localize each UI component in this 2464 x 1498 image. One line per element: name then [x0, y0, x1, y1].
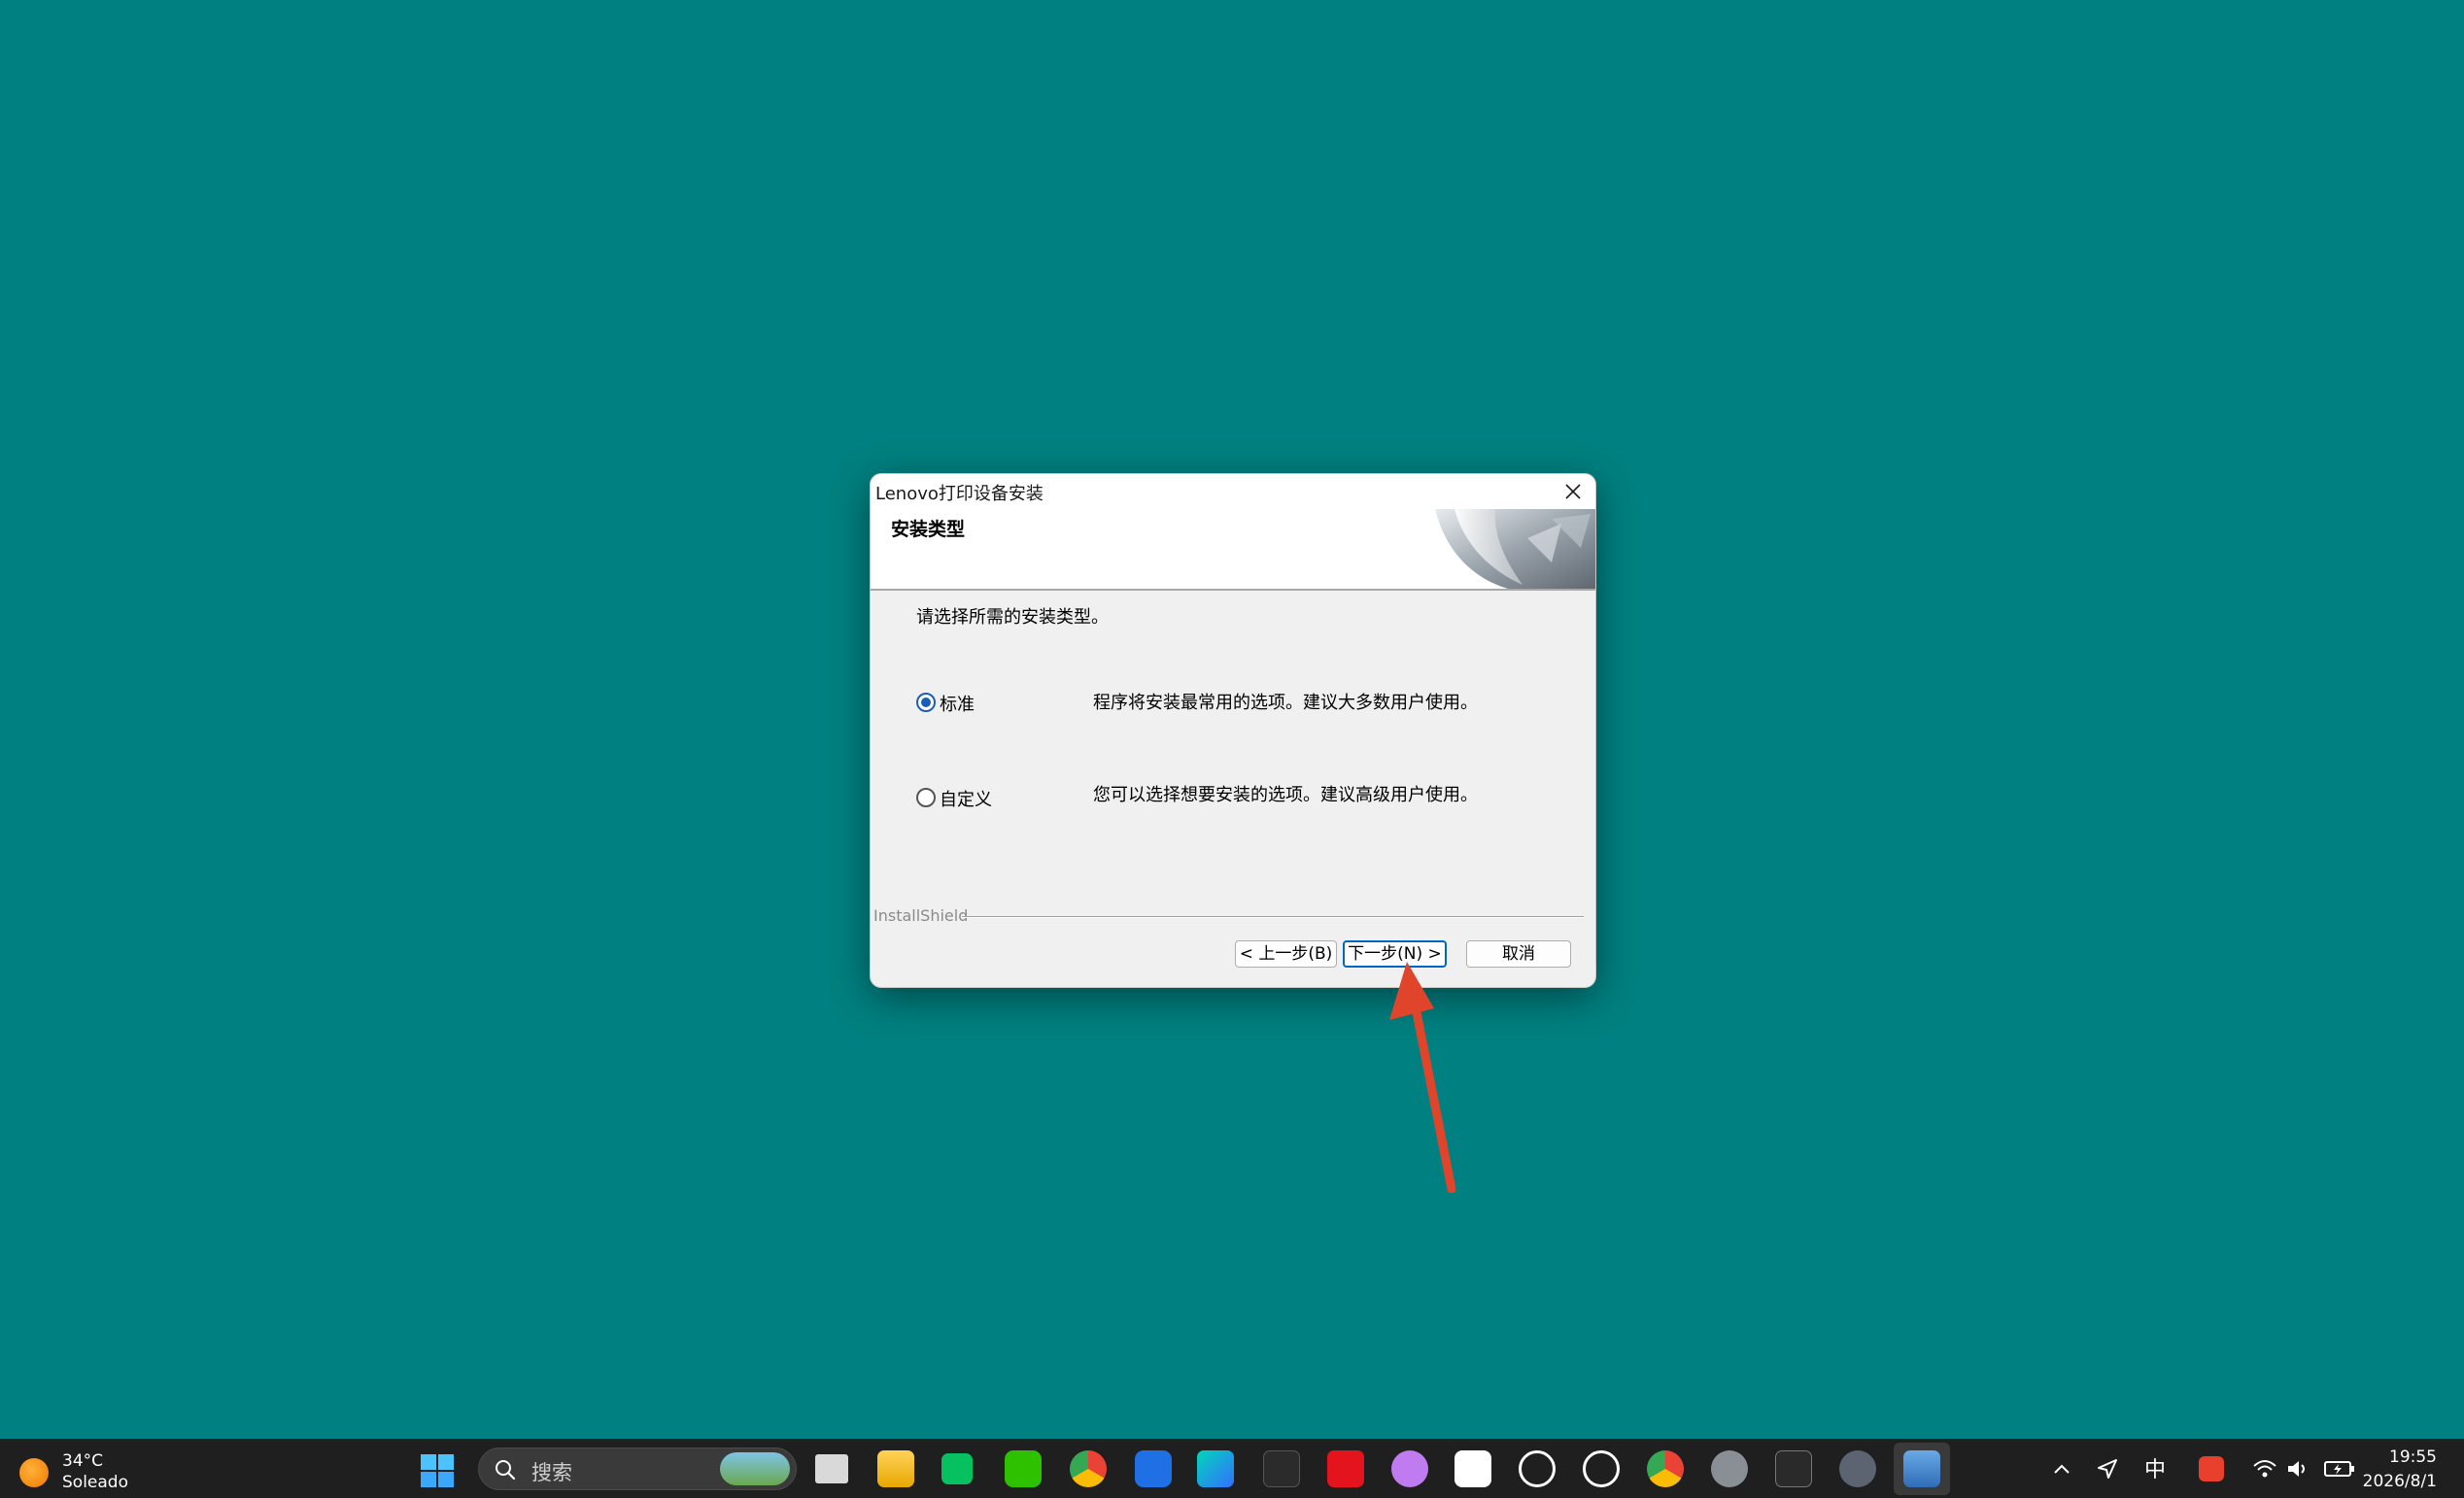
annotation-arrow — [1389, 962, 1456, 1193]
search-placeholder: 搜索 — [531, 1461, 572, 1484]
custom-description: 您可以选择想要安装的选项。建议高级用户使用。 — [1093, 785, 1478, 805]
taskbar-search-box[interactable]: 搜索 — [478, 1447, 797, 1490]
sogou-input-icon[interactable] — [2199, 1456, 2224, 1481]
custom-radio[interactable] — [916, 788, 936, 807]
chevron-up-icon[interactable] — [2052, 1460, 2071, 1480]
search-highlight-image — [720, 1452, 790, 1485]
install-type-prompt: 请选择所需的安装类型。 — [916, 607, 1109, 628]
installer-dialog: Lenovo打印设备安装 安装类型 请选择所需的安装类型。 标准 程序将安装最常… — [870, 473, 1596, 988]
volume-icon[interactable] — [2285, 1457, 2310, 1481]
windows-start-icon[interactable] — [420, 1453, 455, 1488]
wechat-icon[interactable] — [1005, 1450, 1042, 1487]
box-app-icon[interactable] — [1775, 1450, 1812, 1487]
installshield-brand: InstallShield — [873, 906, 969, 925]
lenovo-l-icon[interactable] — [1135, 1450, 1172, 1487]
chrome-beta-icon[interactable] — [1647, 1450, 1684, 1487]
green-app-icon[interactable] — [941, 1453, 973, 1484]
window-title: Lenovo打印设备安装 — [875, 484, 1044, 504]
location-arrow-icon[interactable] — [2096, 1457, 2119, 1481]
standard-label[interactable]: 标准 — [940, 691, 975, 716]
header-panel: 安装类型 — [871, 509, 1595, 591]
standard-description: 程序将安装最常用的选项。建议大多数用户使用。 — [1093, 693, 1478, 713]
separator-line — [962, 916, 1584, 918]
battery-charging-icon[interactable] — [2324, 1459, 2355, 1479]
page-curl-graphic — [1435, 509, 1595, 589]
ime-indicator[interactable]: 中 — [2144, 1452, 2166, 1483]
qq-icon[interactable] — [1454, 1450, 1491, 1487]
back-button[interactable]: < 上一步(B) — [1235, 940, 1337, 968]
clock-time[interactable]: 19:55 — [2389, 1447, 2437, 1467]
cancel-button[interactable]: 取消 — [1466, 940, 1571, 968]
file-explorer-icon[interactable] — [877, 1450, 914, 1487]
chatgpt-icon[interactable] — [1583, 1450, 1620, 1487]
custom-label[interactable]: 自定义 — [940, 786, 992, 811]
weather-sun-icon[interactable] — [19, 1458, 49, 1487]
printer-setup-icon[interactable] — [1903, 1450, 1940, 1487]
weather-condition[interactable]: Soleado — [62, 1473, 128, 1492]
chatgpt-icon[interactable] — [1519, 1450, 1556, 1487]
wifi-icon[interactable] — [2252, 1457, 2277, 1481]
weather-temperature[interactable]: 34°C — [62, 1451, 103, 1471]
clock-date[interactable]: 2026/8/1 — [2363, 1472, 2437, 1491]
search-icon — [496, 1460, 516, 1481]
title-bar[interactable]: Lenovo打印设备安装 — [871, 474, 1595, 509]
feishu-icon[interactable] — [1197, 1450, 1234, 1487]
task-view-icon[interactable] — [815, 1454, 848, 1483]
unity-icon[interactable] — [1263, 1450, 1300, 1487]
settings-icon[interactable] — [1711, 1450, 1748, 1487]
standard-radio[interactable] — [916, 693, 936, 712]
wps-icon[interactable] — [1327, 1450, 1364, 1487]
chrome-icon[interactable] — [1070, 1450, 1107, 1487]
step-title: 安装类型 — [891, 519, 966, 540]
close-button[interactable] — [1551, 474, 1595, 509]
close-icon — [1565, 484, 1581, 499]
cat-app-icon[interactable] — [1391, 1450, 1428, 1487]
feather-app-icon[interactable] — [1839, 1450, 1876, 1487]
taskbar: 34°C Soleado 搜索 中 19:55 2026/8/1 — [0, 1439, 2464, 1498]
